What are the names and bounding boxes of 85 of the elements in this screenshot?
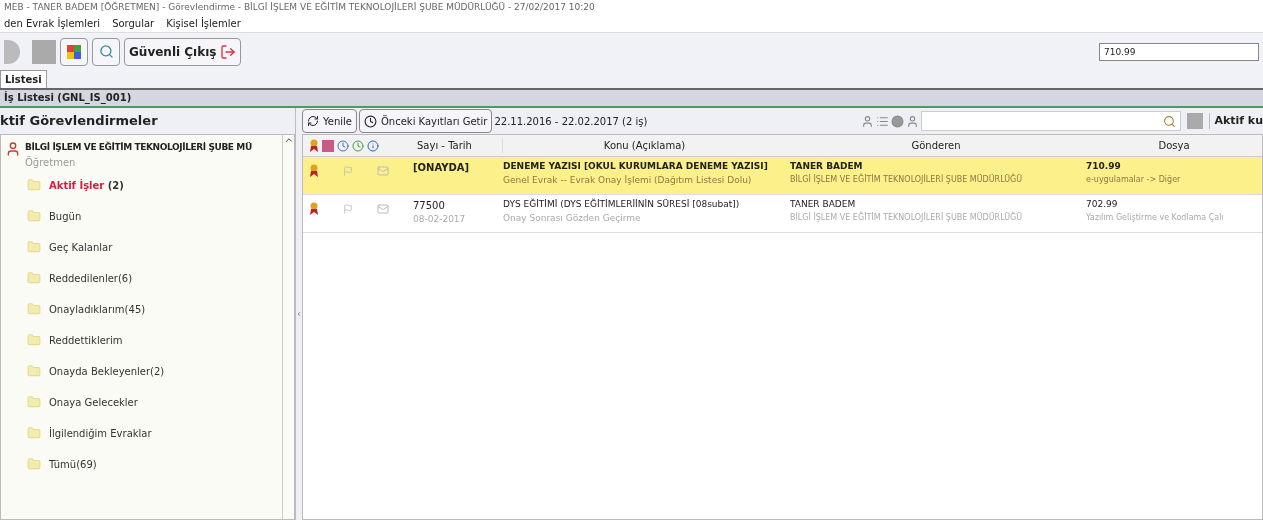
table-cell-text: Yazılım Geliştirme ve Kodlama Çalı xyxy=(1086,211,1225,224)
user-icon[interactable] xyxy=(906,114,920,128)
grid-icon xyxy=(322,139,334,152)
column-header[interactable]: Dosya xyxy=(1086,138,1262,153)
collapse-icon[interactable] xyxy=(296,309,302,319)
exit-icon xyxy=(220,43,237,60)
sidebar-item[interactable]: Reddettiklerim xyxy=(1,324,282,356)
circle-icon[interactable] xyxy=(891,114,905,128)
table-cell-text: 710.99 xyxy=(1086,160,1122,173)
sidebar-item[interactable]: Aktif İşler (2) xyxy=(1,169,282,201)
sidebar-item[interactable]: Geç Kalanlar xyxy=(1,231,282,263)
sidebar-item[interactable]: Onayladıklarım(45) xyxy=(1,293,282,325)
filter-field[interactable] xyxy=(921,111,1182,131)
folder-icon xyxy=(27,426,41,440)
table-cell-text: [ONAYDA] xyxy=(413,161,471,175)
info-icon xyxy=(367,139,379,152)
table-cell-text: 702.99 xyxy=(1086,198,1119,211)
person-icon[interactable] xyxy=(861,114,875,128)
window-title: MEB - TANER BADEM [ÖĞRETMEN] - Görevlendirme - BİLGİ İŞLEM VE EĞİTİM TEKNOLOJİLERİ ŞUBE MÜDÜRLÜĞÜ - 27/02/2017 10:20 xyxy=(0,0,1263,14)
list-icon[interactable] xyxy=(876,114,890,128)
filter-label: Aktif ku xyxy=(1209,112,1263,130)
user-icon xyxy=(5,141,21,157)
square-icon[interactable] xyxy=(1187,113,1204,129)
tab[interactable]: Listesi xyxy=(0,70,47,88)
sidebar-item[interactable]: Bugün xyxy=(1,200,282,232)
table-cell-text: BİLGİ İŞLEM VE EĞİTİM TEKNOLOJİLERİ ŞUBE MÜDÜRLÜĞÜ xyxy=(790,211,1024,224)
clock-icon xyxy=(364,114,377,128)
table-row[interactable]: 77500 08-02-2017 DYS EĞİTİMİ (DYS EĞİTİMLERİİNİN SÜRESİ [08subat]) Onay Sonrası Gözden Geçirme TANER BADEM BİLGİ İŞLEM VE EĞİTİM TEKNOLOJİLERİ ŞUBE MÜDÜRLÜĞÜ 702.99 Yazılım Geliştirme ve Kodlama Çalı xyxy=(303,195,1262,233)
award-icon xyxy=(309,138,319,153)
grid-button[interactable] xyxy=(60,37,88,66)
folder-icon xyxy=(27,302,41,316)
clock-icon xyxy=(337,139,349,152)
sidebar-item[interactable]: Onaya Gelecekler xyxy=(1,386,282,418)
flag-icon xyxy=(343,204,353,214)
table-cell-text: DYS EĞİTİMİ (DYS EĞİTİMLERİİNİN SÜRESİ [08subat]) xyxy=(503,198,741,211)
search-field[interactable]: 710.99 xyxy=(1099,42,1259,61)
award-icon xyxy=(309,202,319,216)
folder-icon xyxy=(27,457,41,471)
menu-item[interactable]: den Evrak İşlemleri xyxy=(4,15,101,31)
folder-icon xyxy=(27,364,41,378)
refresh-button[interactable]: Yenile xyxy=(302,109,357,133)
sidebar-item[interactable]: Reddedilenler(6) xyxy=(1,262,282,294)
folder-icon xyxy=(27,271,41,285)
table-cell-text: TANER BADEM xyxy=(790,160,864,173)
search-icon xyxy=(98,44,114,59)
previous-records-button[interactable]: Önceki Kayıtları Getir xyxy=(359,109,493,133)
unit-name: BİLGİ İŞLEM VE EĞİTİM TEKNOLOJİLERİ ŞUBE MÜ xyxy=(25,141,252,154)
folder-icon xyxy=(27,333,41,347)
column-header[interactable]: Sayı - Tarih xyxy=(413,138,503,153)
table-cell-text: TANER BADEM xyxy=(790,198,857,211)
table-cell-text: e-uygulamalar -> Diğer xyxy=(1086,173,1182,186)
table-cell-text: Genel Evrak -- Evrak Onay İşlemi (Dağıtım Listesi Dolu) xyxy=(503,173,753,187)
grid-icon xyxy=(66,43,82,60)
scrollbar[interactable] xyxy=(282,135,294,519)
chat-button[interactable] xyxy=(92,37,120,66)
sidebar-item[interactable]: Onayda Bekleyenler(2) xyxy=(1,355,282,387)
column-header[interactable]: Gönderen xyxy=(786,138,1086,153)
flag-icon xyxy=(343,166,353,176)
exit-button[interactable]: Güvenli Çıkış xyxy=(124,37,242,66)
role-text: Öğretmen xyxy=(25,155,77,170)
sidebar-item[interactable]: İlgilendiğim Evraklar xyxy=(1,417,282,449)
award-icon xyxy=(309,164,319,178)
refresh-icon xyxy=(307,115,319,127)
date-range: 22.11.2016 - 22.02.2017 (2 iş) xyxy=(494,114,648,129)
menu-item[interactable]: Kişisel İşlemler xyxy=(166,15,241,31)
search-icon[interactable] xyxy=(1163,114,1177,128)
column-header[interactable]: Konu (Açıklama) xyxy=(503,138,786,153)
table-cell-text: DENEME YAZISI [OKUL KURUMLARA DENEME YAZISI] xyxy=(503,160,769,173)
table-cell-text: 08-02-2017 xyxy=(413,213,467,226)
table-cell-text: 77500 xyxy=(413,199,446,213)
clock-icon xyxy=(352,139,364,152)
mail-icon xyxy=(377,203,389,215)
folder-icon xyxy=(27,178,41,192)
table-cell-text: BİLGİ İŞLEM VE EĞİTİM TEKNOLOJİLERİ ŞUBE MÜDÜRLÜĞÜ xyxy=(790,173,1024,186)
panel-title: İş Listesi (GNL_IS_001) xyxy=(0,90,1263,108)
sidebar-item[interactable]: Tümü(69) xyxy=(1,448,282,480)
folder-icon xyxy=(27,395,41,409)
table-row[interactable] xyxy=(303,157,1262,195)
folder-icon xyxy=(27,240,41,254)
sidebar-title: ktif Görevlendirmeler xyxy=(0,112,159,130)
scroll-up-icon[interactable] xyxy=(283,135,294,145)
menu-item[interactable]: Sorgular xyxy=(112,15,155,31)
mail-icon xyxy=(377,165,389,177)
folder-icon xyxy=(27,209,41,223)
table-cell-text: Onay Sonrası Gözden Geçirme xyxy=(503,211,642,225)
